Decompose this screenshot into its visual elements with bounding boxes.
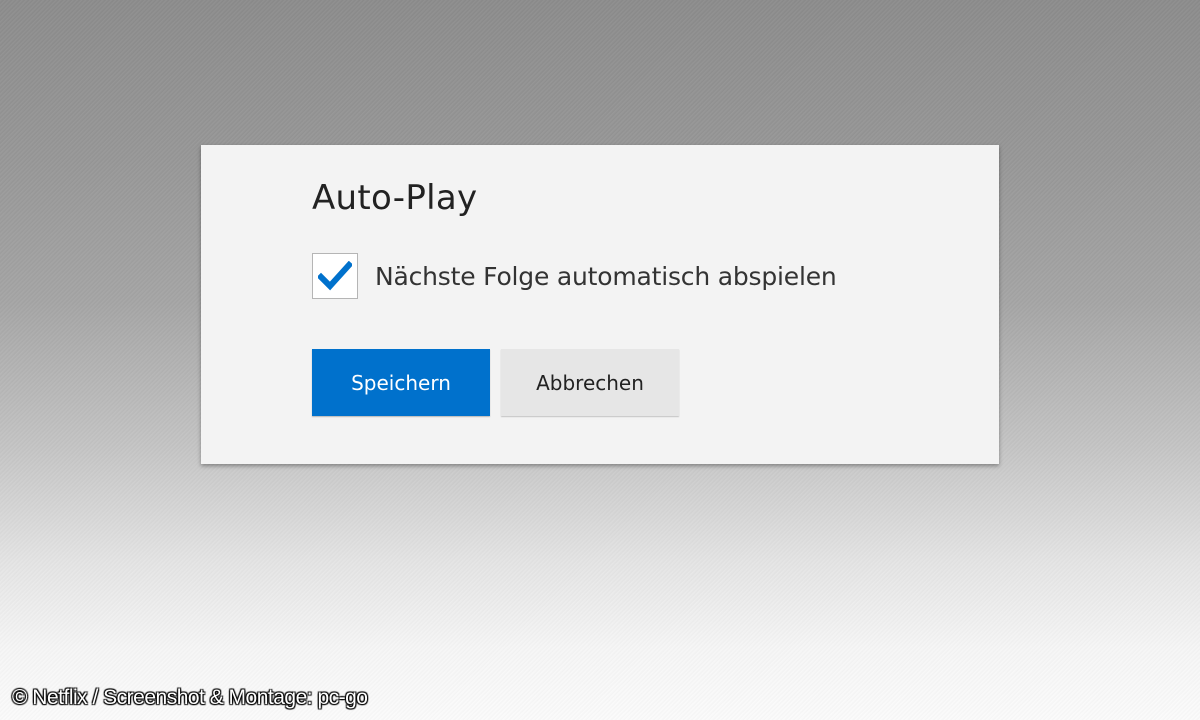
dialog-title: Auto-Play <box>312 178 478 218</box>
autoplay-dialog: Auto-Play Nächste Folge automatisch absp… <box>201 145 999 464</box>
save-button[interactable]: Speichern <box>312 349 490 416</box>
autoplay-option-label: Nächste Folge automatisch abspielen <box>375 261 837 291</box>
cancel-button[interactable]: Abbrechen <box>501 349 679 416</box>
autoplay-option[interactable]: Nächste Folge automatisch abspielen <box>312 253 837 299</box>
copyright-watermark: © Netflix / Screenshot & Montage: pc-go <box>12 686 368 709</box>
checkmark-icon <box>318 261 352 291</box>
autoplay-checkbox[interactable] <box>312 253 358 299</box>
